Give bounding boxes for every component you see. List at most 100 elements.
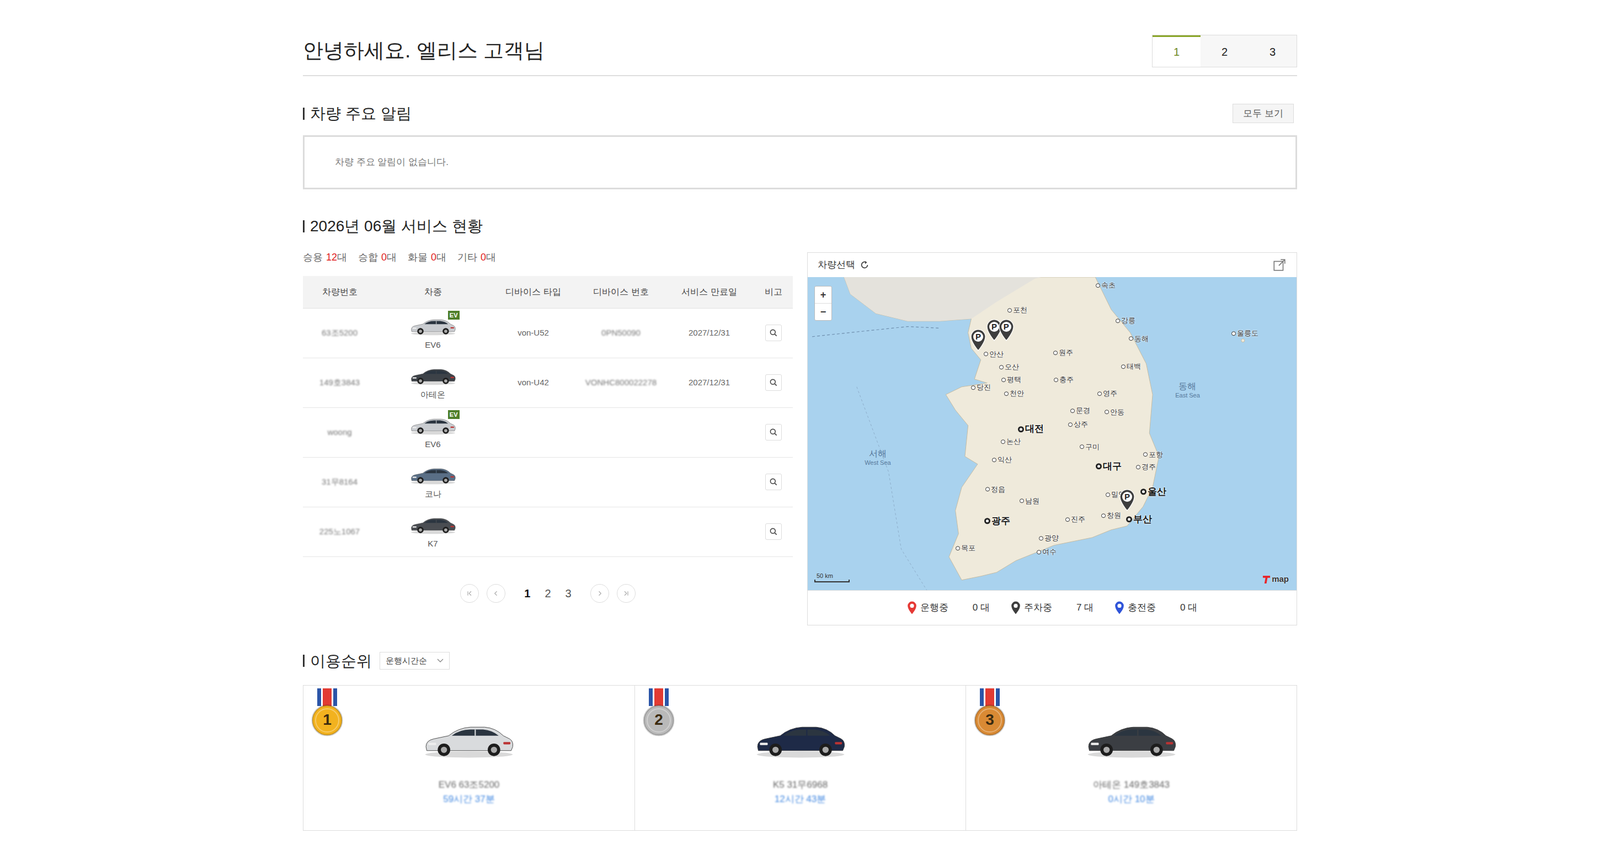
app-root: 안녕하세요. 엘리스 고객님123차량 주요 알림모두 보기차량 주요 알림이 … [0,0,1600,847]
car-model-label: EV6 [424,338,441,352]
table-cell: 아테온 [376,358,490,408]
sea-name: 서해 [868,449,887,460]
ranking-card[interactable]: 3아테온 149호38430시간 10분 [965,685,1297,830]
city-dot [1007,307,1012,313]
next-page-icon[interactable] [590,583,610,603]
city-dot [1095,462,1102,469]
city: 여수 [1036,546,1057,558]
ranking-sort-dropdown[interactable]: 운행시간순 [379,651,450,670]
rank-number: 2 [642,710,676,729]
city-label: 정읍 [990,483,1006,495]
city-label: 목포 [961,542,976,554]
ranking-card[interactable]: 1EV6 63조520059시간 37분 [303,685,635,830]
table-header-cell: 디바이스 타입 [489,275,578,308]
count-label: 기타 [457,252,478,263]
count-value: 0 [480,252,487,263]
city-label: 구미 [1085,441,1100,453]
vehicle-select[interactable]: 차량선택 [817,257,870,272]
cell-text: 0PN50090 [601,326,641,340]
zoom-in-button[interactable]: + [814,286,832,304]
city: 태백 [1121,360,1141,372]
column-label: 비고 [764,285,783,299]
city: 오산 [999,361,1020,373]
city-dot [1231,331,1236,336]
table-cell: VONHC800022278 [577,358,665,408]
city: 상주 [1068,418,1088,430]
city-label: 원주 [1058,347,1074,359]
city-dot [985,487,990,492]
legend-pin-icon [907,600,917,615]
search-icon[interactable] [765,523,782,540]
search-icon[interactable] [765,324,782,341]
search-icon[interactable] [765,423,782,441]
city-label: 포항 [1148,449,1164,461]
legend-pin-icon [1114,600,1125,615]
city-dot [1053,377,1059,382]
vehicle-pin[interactable]: P [969,328,987,351]
city: 동해 [1128,333,1149,345]
refresh-icon[interactable] [859,259,870,270]
city-dot [1115,318,1120,323]
city-label: 대전 [1025,422,1044,437]
city-label: 상주 [1073,418,1088,430]
table-row[interactable]: woongEVEV6 [302,407,793,458]
sea-label: 동해East Sea [1175,381,1200,399]
city-dot [1079,444,1085,450]
zoom-out-button[interactable]: − [814,303,832,320]
last-page-icon[interactable] [616,583,636,603]
city-label: 영주 [1102,387,1118,399]
city-dot [1136,464,1141,469]
table-cell [664,457,754,507]
legend-label: 주차중 [1024,600,1053,615]
city: 울릉도 [1231,327,1259,339]
table-row[interactable]: 149호3843아테온von-U42VONHC8000222782027/12/… [302,358,793,408]
table-header-cell: 차량번호 [302,275,377,308]
page-numbers: 123 [513,584,583,602]
page-tab-label: 3 [1269,43,1276,61]
city-dot [999,364,1004,370]
car-image: EV [409,413,457,436]
legend-label: 운행중 [920,600,949,615]
first-page-icon[interactable] [460,583,479,603]
table-cell: 149호3843 [302,358,377,408]
city-dot [971,385,976,390]
page-tab-label: 2 [1221,43,1228,61]
page-number[interactable]: 1 [524,584,531,602]
car-icon [409,463,457,486]
city: 익산 [992,454,1012,466]
greeting: 안녕하세요. 엘리스 고객님 [302,38,545,63]
city-dot [1070,408,1075,413]
city-dot [1000,439,1006,444]
table-cell [753,358,793,408]
car-image [409,513,457,536]
expand-icon[interactable] [1272,257,1287,272]
rank-medal: 3 [973,688,1007,737]
pin-label: P [998,321,1015,333]
page-tab[interactable]: 2 [1200,35,1249,67]
vehicle-pin[interactable]: P [998,318,1015,341]
sea-name-en: West Sea [864,459,892,467]
page-number[interactable]: 2 [544,584,551,602]
service-row: 승용12대승합0대화물0대기타0대차량번호차종디바이스 타입디바이스 번호서비스… [302,252,1298,626]
map-logo: map [1262,572,1289,586]
city: 충주 [1053,374,1074,386]
page-tab[interactable]: 1 [1152,35,1201,67]
table-row[interactable]: 63조5200EVEV6von-U520PN500902027/12/31 [302,308,793,359]
page-number[interactable]: 3 [565,584,572,602]
car-image [409,364,457,387]
sea-name: 동해 [1178,381,1197,392]
prev-page-icon[interactable] [486,583,506,603]
vehicle-pin[interactable]: P [1118,488,1136,511]
search-icon[interactable] [765,473,782,490]
rank-time: 12시간 43분 [774,792,827,806]
table-row[interactable]: 225노1067K7 [302,507,793,557]
table-row[interactable]: 31무8164코나 [302,457,793,508]
view-all-button[interactable]: 모두 보기 [1232,103,1294,124]
ranking-card[interactable]: 2K5 31무696812시간 43분 [634,685,966,830]
city: 강릉 [1115,315,1136,327]
page-tab[interactable]: 3 [1248,35,1297,67]
legend-pin-icon [1010,600,1021,615]
search-icon[interactable] [765,374,782,391]
city-dot [984,517,991,524]
map-area[interactable]: 서해West Sea동해East Sea속초강릉동해포천안산원주오산평택충주태백… [807,276,1297,590]
